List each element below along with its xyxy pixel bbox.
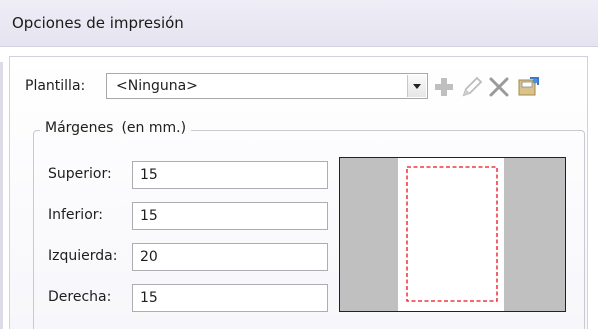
add-icon[interactable] (432, 75, 456, 99)
left-margin-value: 20 (140, 249, 158, 265)
options-header: Opciones de impresión (0, 0, 598, 47)
top-margin-input[interactable]: 15 (132, 161, 328, 189)
margins-legend-title: Márgenes (45, 120, 114, 136)
delete-icon[interactable] (487, 75, 511, 99)
margins-units: (en mm.) (121, 120, 187, 136)
right-margin-label: Derecha: (48, 289, 112, 305)
edit-icon[interactable] (460, 75, 484, 99)
left-edge-strip (0, 62, 3, 329)
template-label: Plantilla: (25, 78, 86, 94)
page-preview (339, 157, 566, 312)
top-margin-value: 15 (140, 167, 158, 183)
chevron-down-icon[interactable] (407, 75, 426, 97)
template-select[interactable]: <Ninguna> (106, 73, 428, 99)
right-margin-input[interactable]: 15 (132, 284, 328, 312)
margins-legend: Márgenes (en mm.) (40, 120, 192, 136)
right-margin-value: 15 (140, 290, 158, 306)
top-margin-label: Superior: (48, 166, 112, 182)
header-title: Opciones de impresión (12, 14, 184, 32)
bottom-margin-label: Inferior: (48, 207, 103, 223)
preview-page (398, 158, 504, 311)
bottom-margin-value: 15 (140, 208, 158, 224)
left-margin-label: Izquierda: (48, 248, 118, 264)
save-icon[interactable] (516, 75, 540, 99)
bottom-margin-input[interactable]: 15 (132, 202, 328, 230)
template-select-value: <Ninguna> (116, 78, 198, 94)
left-margin-input[interactable]: 20 (132, 243, 328, 271)
